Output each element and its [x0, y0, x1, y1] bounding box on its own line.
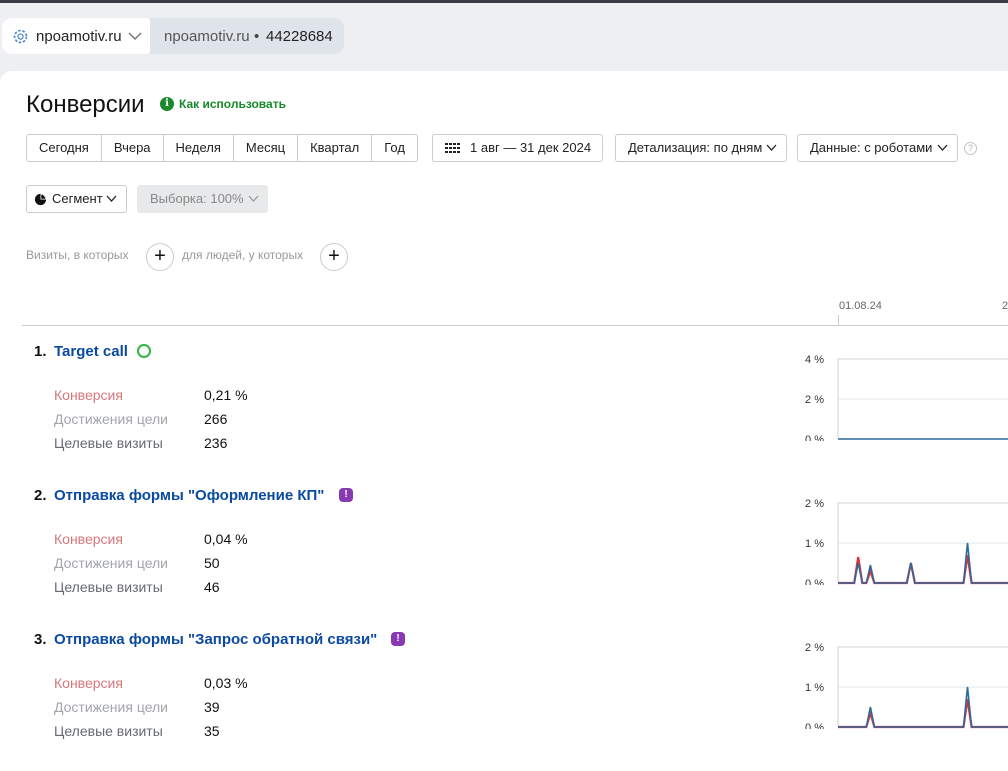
timeline-tick — [838, 315, 839, 325]
series-line-red — [838, 554, 1008, 585]
chart-tick-label: 4 % — [805, 354, 824, 366]
series-line-blue — [838, 542, 1008, 584]
period-month[interactable]: Месяц — [234, 135, 299, 161]
goal-card: 1. Target call Конверсия 0,21 % Достижен… — [0, 343, 1008, 473]
sample-label: Выборка: 100% — [150, 191, 244, 206]
period-yesterday[interactable]: Вчера — [102, 135, 164, 161]
timeline-next-date: 2 — [1002, 300, 1008, 312]
period-today[interactable]: Сегодня — [27, 135, 102, 161]
chart-tick-label: 2 % — [805, 642, 824, 654]
site-gear-icon — [13, 29, 28, 44]
site-name: npoamotiv.ru — [36, 28, 122, 45]
add-visits-condition-button[interactable]: + — [146, 243, 174, 271]
goal-number: 1. — [34, 343, 47, 360]
counter-name: npoamotiv.ru — [164, 28, 250, 45]
chart-tick-label: 0 % — [805, 722, 824, 729]
site-selector[interactable]: npoamotiv.ru — [2, 18, 154, 54]
metric-label: Конверсия — [54, 675, 123, 691]
metric-label: Конверсия — [54, 387, 123, 403]
goal-chart: 4 % 2 % 0 % — [800, 351, 1008, 441]
form-icon: ! — [339, 488, 353, 502]
pie-chart-icon — [34, 193, 47, 206]
chart-tick-label: 0 % — [805, 578, 824, 585]
chevron-down-icon — [106, 195, 117, 202]
chevron-down-icon — [937, 144, 948, 151]
counter-id: 44228684 — [266, 28, 333, 45]
goal-number: 3. — [34, 631, 47, 648]
help-label: Как использовать — [179, 97, 286, 111]
series-line-blue — [838, 686, 1008, 728]
segment-label: Сегмент — [52, 191, 103, 206]
chart-tick-label: 0 % — [805, 434, 824, 441]
metric-value: 46 — [204, 579, 220, 595]
period-week[interactable]: Неделя — [164, 135, 234, 161]
info-icon: i — [160, 97, 174, 111]
series-line-red — [838, 698, 1008, 729]
header-separator — [22, 325, 1008, 326]
segment-button[interactable]: Сегмент — [26, 185, 127, 213]
date-range-label: 1 авг — 31 дек 2024 — [470, 140, 592, 155]
goal-chart: 2 % 1 % 0 % — [800, 639, 1008, 729]
detail-dropdown[interactable]: Детализация: по дням — [615, 134, 787, 162]
counter-selector[interactable]: npoamotiv.ru • 44228684 — [150, 18, 344, 54]
people-filter-label: для людей, у которых — [182, 248, 304, 262]
chart-tick-label: 1 % — [805, 538, 824, 550]
main-panel: Конверсии i Как использовать Сегодня Вче… — [0, 71, 1008, 771]
period-selector: Сегодня Вчера Неделя Месяц Квартал Год — [26, 134, 418, 162]
goal-title-link[interactable]: Отправка формы "Оформление КП" — [54, 487, 324, 504]
chart-svg: 2 % 1 % 0 % — [805, 498, 1008, 585]
metric-value: 266 — [204, 411, 228, 427]
chevron-down-icon — [766, 144, 777, 151]
metric-label: Конверсия — [54, 531, 123, 547]
metric-value: 236 — [204, 435, 228, 451]
goal-number: 2. — [34, 487, 47, 504]
top-window-edge — [0, 0, 1008, 3]
counter-separator: • — [254, 28, 260, 45]
metric-label: Достижения цели — [54, 699, 169, 715]
metric-value: 0,03 % — [204, 675, 248, 691]
form-icon: ! — [391, 632, 405, 646]
add-people-condition-button[interactable]: + — [320, 243, 348, 271]
help-link[interactable]: i Как использовать — [160, 97, 286, 111]
visits-filter-label: Визиты, в которых — [26, 248, 129, 262]
metric-label: Целевые визиты — [54, 435, 163, 451]
period-year[interactable]: Год — [372, 135, 417, 161]
date-range-button[interactable]: 1 авг — 31 дек 2024 — [432, 134, 603, 162]
phone-icon — [137, 344, 151, 358]
metric-value: 39 — [204, 699, 220, 715]
metric-value: 0,04 % — [204, 531, 248, 547]
page-title: Конверсии — [26, 91, 145, 118]
chart-svg: 2 % 1 % 0 % — [805, 642, 1008, 729]
timeline-start-date: 01.08.24 — [839, 300, 882, 312]
chevron-down-icon — [248, 195, 259, 202]
goal-title-link[interactable]: Отправка формы "Запрос обратной связи" — [54, 631, 377, 648]
metric-value: 35 — [204, 723, 220, 739]
metric-label: Достижения цели — [54, 411, 169, 427]
chevron-down-icon — [128, 32, 142, 41]
goal-title-link[interactable]: Target call — [54, 343, 128, 360]
chart-svg: 4 % 2 % 0 % — [805, 354, 1008, 441]
detail-label: Детализация: по дням — [628, 140, 763, 155]
chart-tick-label: 2 % — [805, 498, 824, 510]
metric-label: Целевые визиты — [54, 723, 163, 739]
metric-value: 50 — [204, 555, 220, 571]
chart-tick-label: 2 % — [805, 394, 824, 406]
metric-value: 0,21 % — [204, 387, 248, 403]
question-icon[interactable]: ? — [964, 142, 977, 155]
goal-chart: 2 % 1 % 0 % — [800, 495, 1008, 585]
sample-dropdown[interactable]: Выборка: 100% — [137, 185, 268, 213]
goal-card: 2. Отправка формы "Оформление КП" ! Конв… — [0, 487, 1008, 617]
goal-card: 3. Отправка формы "Запрос обратной связи… — [0, 631, 1008, 761]
data-label: Данные: с роботами — [810, 140, 933, 155]
metric-label: Целевые визиты — [54, 579, 163, 595]
data-dropdown[interactable]: Данные: с роботами — [797, 134, 958, 162]
period-quarter[interactable]: Квартал — [298, 135, 373, 161]
metric-label: Достижения цели — [54, 555, 169, 571]
chart-tick-label: 1 % — [805, 682, 824, 694]
calendar-grid-icon — [445, 143, 460, 153]
